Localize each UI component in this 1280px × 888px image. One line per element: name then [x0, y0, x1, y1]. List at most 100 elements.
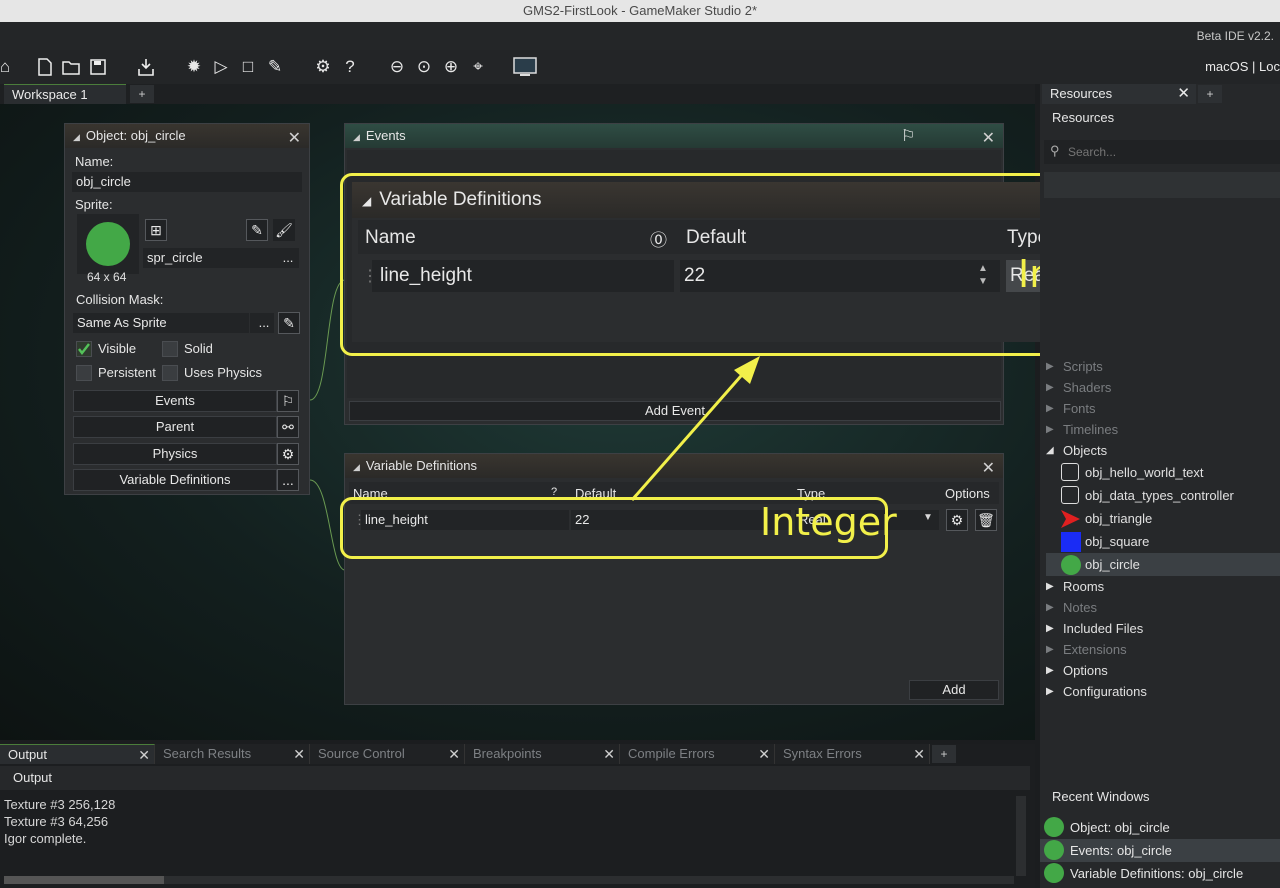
add-tab-button[interactable]: +: [1198, 85, 1222, 103]
close-icon[interactable]: ✕: [1177, 84, 1190, 103]
new-sprite-icon[interactable]: ⊞: [145, 219, 167, 241]
tree-group-notes[interactable]: ▶ Notes: [1046, 597, 1280, 618]
chevron-right-icon[interactable]: ▶: [1046, 356, 1054, 377]
variable-definitions-button[interactable]: Variable Definitions: [73, 469, 277, 491]
search-input[interactable]: [1068, 142, 1268, 162]
parent-button[interactable]: Parent: [73, 416, 277, 438]
run-icon[interactable]: ▷: [210, 56, 232, 78]
home-icon[interactable]: ⌂: [0, 56, 16, 78]
mask-browse-button[interactable]: ...: [250, 313, 274, 333]
tab-syntax-errors[interactable]: Syntax Errors ✕: [775, 744, 930, 764]
collision-mask-field[interactable]: Same As Sprite: [73, 313, 249, 333]
zoom-out-icon[interactable]: ⊖: [386, 56, 408, 78]
add-output-tab-button[interactable]: +: [932, 745, 956, 763]
add-workspace-button[interactable]: +: [130, 85, 154, 103]
close-icon[interactable]: ✕: [603, 744, 615, 764]
chevron-right-icon[interactable]: ▶: [1046, 576, 1054, 597]
mask-edit-icon[interactable]: ✎: [278, 312, 300, 334]
persistent-checkbox[interactable]: [76, 365, 92, 381]
events-button[interactable]: Events: [73, 390, 277, 412]
open-icon[interactable]: [60, 56, 82, 78]
tab-search-results[interactable]: Search Results ✕: [155, 744, 310, 764]
clean-icon[interactable]: ✎: [264, 56, 286, 78]
tree-group-objects[interactable]: ◢ Objects: [1046, 440, 1280, 461]
chevron-right-icon[interactable]: ▶: [1046, 398, 1054, 419]
list-item[interactable]: obj_triangle: [1046, 507, 1280, 530]
more-icon[interactable]: ...: [277, 469, 299, 491]
zoom-in-icon[interactable]: ⊕: [440, 56, 462, 78]
help-icon[interactable]: ?: [339, 56, 361, 78]
tree-group-options[interactable]: ▶ Options: [1046, 660, 1280, 681]
close-icon[interactable]: ✕: [288, 127, 301, 151]
close-icon[interactable]: ✕: [293, 744, 305, 764]
trash-icon[interactable]: 🗑: [975, 509, 997, 531]
debug-icon[interactable]: ✹: [183, 56, 205, 78]
new-icon[interactable]: [34, 56, 56, 78]
chevron-down-icon[interactable]: ▼: [923, 512, 933, 523]
tree-group-extensions[interactable]: ▶ Extensions: [1046, 639, 1280, 660]
list-item[interactable]: obj_square: [1046, 530, 1280, 553]
tab-resources[interactable]: Resources ✕: [1042, 84, 1196, 104]
sprite-name-field[interactable]: spr_circle: [143, 248, 273, 268]
flag-icon[interactable]: ⚐: [901, 126, 915, 146]
list-item[interactable]: obj_hello_world_text: [1046, 461, 1280, 484]
solid-checkbox[interactable]: [162, 341, 178, 357]
tree-group-fonts[interactable]: ▶ Fonts: [1046, 398, 1280, 419]
gear-icon[interactable]: ⚙: [946, 509, 968, 531]
stop-icon[interactable]: □: [237, 56, 259, 78]
parent-icon[interactable]: ⚯: [277, 416, 299, 438]
close-icon[interactable]: ✕: [448, 744, 460, 764]
tree-group-shaders[interactable]: ▶ Shaders: [1046, 377, 1280, 398]
list-item[interactable]: obj_circle: [1046, 553, 1280, 576]
close-icon[interactable]: ✕: [913, 744, 925, 764]
target-platform[interactable]: macOS | Loc: [1205, 59, 1280, 74]
visible-checkbox[interactable]: [76, 341, 92, 357]
chevron-right-icon[interactable]: ▶: [1046, 597, 1054, 618]
output-hscrollbar[interactable]: [4, 876, 1014, 884]
tab-output[interactable]: Output ✕: [0, 744, 155, 764]
object-name-field[interactable]: obj_circle: [72, 172, 302, 192]
tree-group-rooms[interactable]: ▶ Rooms: [1046, 576, 1280, 597]
close-icon[interactable]: ✕: [982, 127, 995, 151]
settings-icon[interactable]: ⚙: [312, 56, 334, 78]
chevron-right-icon[interactable]: ▶: [1046, 639, 1054, 660]
scroll-thumb[interactable]: [4, 876, 164, 884]
output-scrollbar[interactable]: [1016, 796, 1026, 876]
tab-source-control[interactable]: Source Control ✕: [310, 744, 465, 764]
gamepad-icon[interactable]: ⌖: [467, 56, 489, 78]
monitor-icon[interactable]: [512, 56, 538, 78]
tree-group-included-files[interactable]: ▶ Included Files: [1046, 618, 1280, 639]
tree-group-timelines[interactable]: ▶ Timelines: [1046, 419, 1280, 440]
brush-icon[interactable]: 🖌: [273, 219, 295, 241]
flag-icon[interactable]: ⚐: [277, 390, 299, 412]
physics-button[interactable]: Physics: [73, 443, 277, 465]
list-item[interactable]: obj_data_types_controller: [1046, 484, 1280, 507]
tree-group-configurations[interactable]: ▶ Configurations: [1046, 681, 1280, 702]
chevron-right-icon[interactable]: ▶: [1046, 681, 1054, 702]
tree-group-scripts[interactable]: ▶ Scripts: [1046, 356, 1280, 377]
tab-compile-errors[interactable]: Compile Errors ✕: [620, 744, 775, 764]
recent-window-item[interactable]: Events: obj_circle: [1040, 839, 1280, 862]
close-icon[interactable]: ✕: [758, 744, 770, 764]
recent-window-item[interactable]: Object: obj_circle: [1040, 816, 1280, 839]
chevron-down-icon[interactable]: ◢: [1046, 440, 1054, 461]
gear-icon[interactable]: ⚙: [277, 443, 299, 465]
chevron-right-icon[interactable]: ▶: [1046, 660, 1054, 681]
chevron-right-icon[interactable]: ▶: [1046, 377, 1054, 398]
close-icon[interactable]: ✕: [138, 745, 150, 765]
chevron-right-icon[interactable]: ▶: [1046, 618, 1054, 639]
edit-sprite-icon[interactable]: ✎: [246, 219, 268, 241]
sprite-browse-button[interactable]: ...: [273, 248, 299, 268]
add-variable-button[interactable]: Add: [909, 680, 999, 700]
sprite-preview[interactable]: [77, 214, 139, 274]
uses-physics-checkbox[interactable]: [162, 365, 178, 381]
zoom-reset-icon[interactable]: ⊙: [413, 56, 435, 78]
close-icon[interactable]: ✕: [982, 457, 995, 481]
tab-workspace-1[interactable]: Workspace 1: [4, 84, 126, 104]
save-icon[interactable]: [87, 56, 109, 78]
chevron-right-icon[interactable]: ▶: [1046, 419, 1054, 440]
resource-search[interactable]: ⚲: [1044, 140, 1280, 164]
recent-window-item[interactable]: Variable Definitions: obj_circle: [1040, 862, 1280, 885]
tab-breakpoints[interactable]: Breakpoints ✕: [465, 744, 620, 764]
export-icon[interactable]: [135, 56, 157, 78]
